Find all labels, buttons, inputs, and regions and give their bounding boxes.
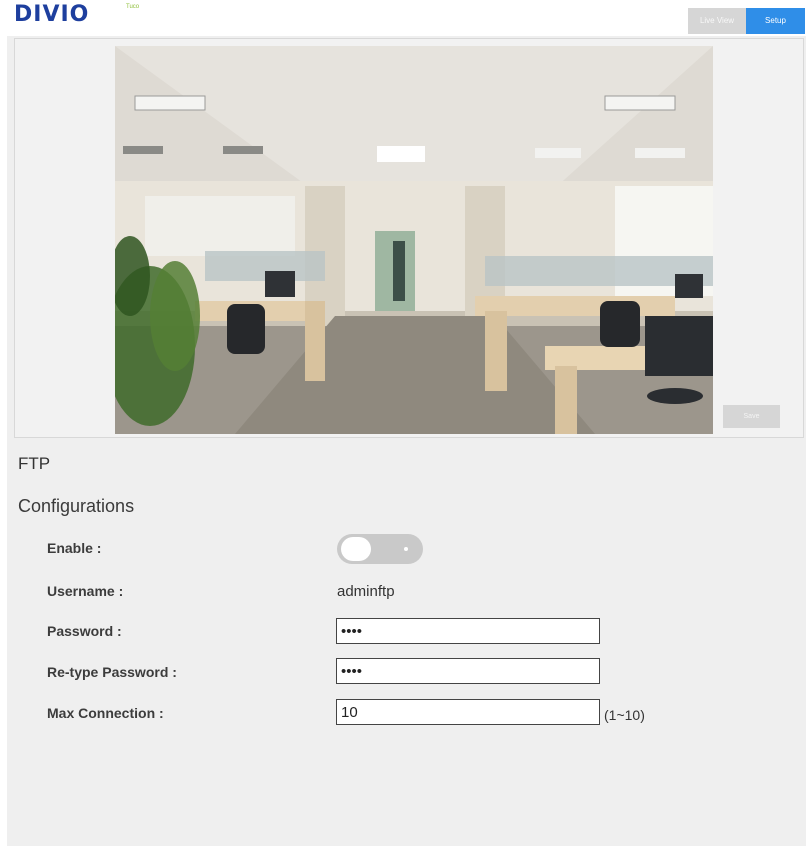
enable-label: Enable : — [47, 540, 102, 556]
video-preview-frame: Save — [14, 38, 804, 438]
tab-live-view[interactable]: Live View — [688, 8, 746, 34]
password-field[interactable] — [336, 618, 600, 644]
brand-logo: DIVIO — [14, 2, 90, 27]
max-connection-hint: (1~10) — [604, 707, 645, 723]
tab-setup[interactable]: Setup — [746, 8, 805, 34]
header: DIVIO Tuco Live View Setup — [0, 0, 806, 36]
max-connection-label: Max Connection : — [47, 705, 164, 721]
setup-panel: Save FTP Configurations Enable : Usernam… — [7, 36, 806, 846]
retype-password-field[interactable] — [336, 658, 600, 684]
max-connection-field[interactable] — [336, 699, 600, 725]
password-label: Password : — [47, 623, 122, 639]
brand-logo-tagline: Tuco — [126, 4, 140, 10]
top-tabs: Live View Setup — [688, 8, 805, 34]
toggle-knob — [341, 537, 371, 561]
camera-live-image — [115, 46, 713, 434]
username-value: adminftp — [337, 583, 395, 600]
configurations-heading: Configurations — [18, 496, 135, 516]
save-button[interactable]: Save — [723, 405, 780, 428]
enable-toggle[interactable] — [337, 534, 423, 564]
toggle-dot — [404, 547, 408, 551]
section-title-ftp: FTP — [18, 454, 51, 473]
camera-scene-icon — [115, 46, 713, 434]
retype-password-label: Re-type Password : — [47, 664, 177, 680]
username-label: Username : — [47, 583, 124, 599]
